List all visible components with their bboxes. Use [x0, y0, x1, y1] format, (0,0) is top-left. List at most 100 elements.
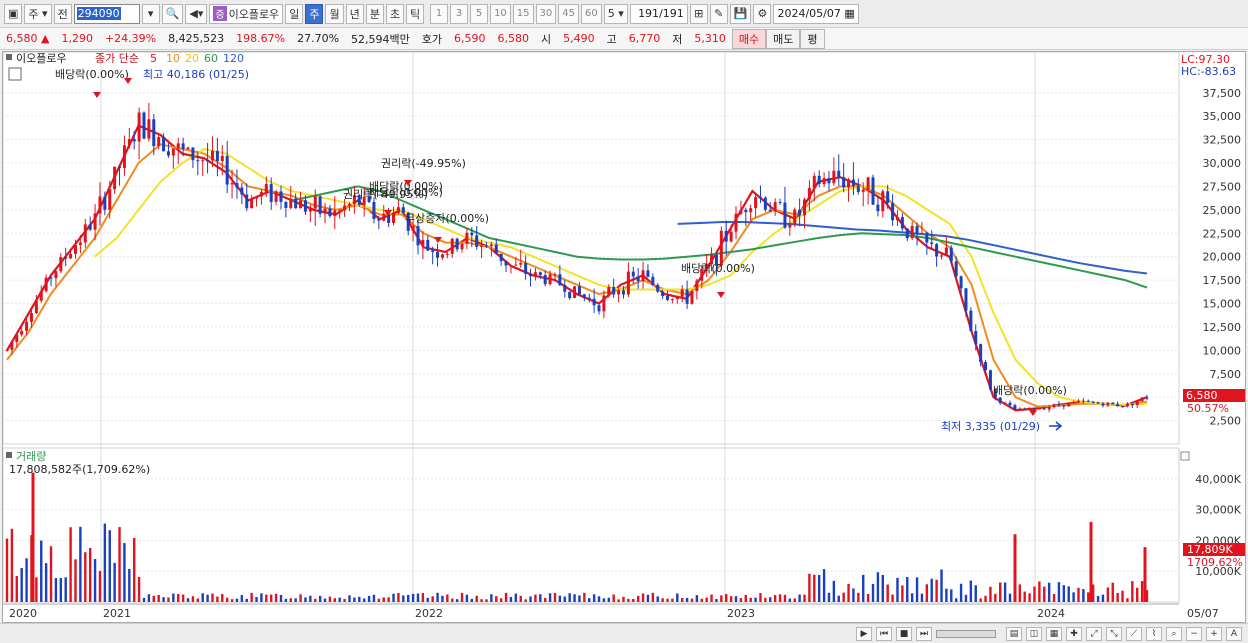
interval-button-60[interactable]: 60	[581, 3, 602, 24]
interval-button-15[interactable]: 15	[512, 3, 534, 24]
period-button-1[interactable]: 주	[305, 3, 324, 24]
search-icon[interactable]: 🔍	[161, 3, 184, 24]
count-select[interactable]: 5 ▾	[603, 3, 628, 24]
volume-bar	[910, 593, 914, 602]
speaker-icon[interactable]: ◀▾	[185, 3, 208, 24]
stock-code-input[interactable]: 294090	[73, 3, 140, 24]
volume-bar	[514, 593, 518, 602]
candle-body	[201, 160, 205, 162]
eval-button[interactable]: 평	[800, 28, 825, 49]
candle-body	[964, 288, 968, 311]
first-page-icon[interactable]: ⏮	[876, 626, 892, 641]
layout-icon[interactable]: ▤	[1006, 626, 1022, 641]
volume-bar	[392, 593, 395, 602]
candle-body	[670, 299, 674, 301]
chart-svg[interactable]: 배당락(0.00%) 최고 40,186 (01/25) 권리락(-49.95%) 배…	[2, 51, 1247, 624]
volume-bar	[177, 593, 180, 602]
candle-body	[127, 139, 131, 146]
candle-body	[455, 238, 459, 250]
interval-button-45[interactable]: 45	[558, 3, 579, 24]
magnifier-icon[interactable]: ⌕	[1166, 626, 1182, 641]
volume-bar	[465, 594, 469, 602]
buy-button[interactable]: 매수	[731, 28, 767, 49]
candle-body	[949, 247, 953, 262]
period-button-6[interactable]: 틱	[405, 3, 425, 24]
zoom-slider[interactable]	[936, 629, 996, 638]
period-button-0[interactable]: 일	[285, 3, 304, 24]
volume-bar	[441, 595, 444, 602]
candle-body	[959, 276, 963, 289]
chart-window-icon[interactable]: ▣	[4, 3, 23, 24]
period-dropdown[interactable]: 주 ▾	[24, 3, 52, 24]
candle-body	[1111, 402, 1115, 405]
candle-body	[607, 287, 611, 296]
panel-toggle-icon[interactable]	[6, 54, 12, 60]
candle-body	[108, 189, 112, 210]
volume-bar	[920, 593, 924, 602]
candle-body	[118, 166, 122, 168]
volume-panel-close-icon[interactable]	[1180, 451, 1190, 461]
trendline-icon[interactable]: ⟋	[1126, 626, 1142, 641]
zoom-out-icon[interactable]: −	[1186, 626, 1202, 641]
font-size-icon[interactable]: A	[1226, 626, 1242, 641]
volume-bar	[1008, 593, 1012, 602]
plus-icon[interactable]: +	[1206, 626, 1222, 641]
annotation-label: 배당락(0.00%)	[369, 186, 443, 199]
page-indicator[interactable]: 191/191	[629, 3, 688, 24]
volume-bar	[353, 597, 356, 602]
candle-body	[680, 289, 684, 297]
draw-icon[interactable]: ✎	[709, 3, 728, 24]
date-input[interactable]: 2024/05/07 ▦	[773, 3, 859, 24]
candle-body	[1125, 403, 1129, 407]
volume-bar	[857, 592, 860, 602]
jeon-button[interactable]: 전	[53, 3, 72, 24]
interval-button-10[interactable]: 10	[490, 3, 511, 24]
compare-icon[interactable]: ⤢	[1086, 626, 1102, 641]
last-page-icon[interactable]: ⏭	[916, 626, 932, 641]
stock-name-box[interactable]: 증 이오플로우	[209, 3, 284, 24]
interval-button-3[interactable]: 3	[450, 3, 469, 24]
period-button-2[interactable]: 월	[325, 3, 344, 24]
candle-body	[866, 177, 870, 190]
candle-body	[1101, 403, 1105, 406]
crosshair-icon[interactable]: ✚	[1066, 626, 1082, 641]
candle-body	[827, 178, 831, 184]
interval-button-1[interactable]: 1	[430, 3, 449, 24]
volume-bar	[162, 597, 165, 602]
price-value: 6,580	[6, 32, 38, 45]
interval-button-5[interactable]: 5	[470, 3, 489, 24]
split-icon[interactable]: ◫	[1026, 626, 1042, 641]
interval-button-30[interactable]: 30	[535, 3, 557, 24]
period-button-5[interactable]: 초	[385, 3, 404, 24]
volume-bar	[446, 594, 449, 602]
table-icon[interactable]	[8, 67, 22, 81]
volume-bar	[568, 593, 571, 602]
stop-icon[interactable]: ■	[896, 626, 912, 641]
volume-bar	[362, 598, 366, 602]
volume-bar	[431, 596, 434, 602]
volume-bar	[999, 582, 1002, 602]
volume-bar	[759, 593, 762, 602]
period-button-3[interactable]: 년	[345, 3, 364, 24]
save-icon[interactable]: 💾	[729, 3, 752, 24]
grid-icon[interactable]: ⊞	[689, 3, 708, 24]
candle-body	[1130, 403, 1134, 406]
fib-icon[interactable]: ⌇	[1146, 626, 1162, 641]
volume-bar	[656, 596, 659, 602]
chart-area[interactable]: 배당락(0.00%) 최고 40,186 (01/25) 권리락(-49.95%) 배…	[2, 51, 1246, 623]
period-button-4[interactable]: 분	[365, 3, 384, 24]
volume-toggle-icon[interactable]	[6, 452, 12, 458]
candle-body	[318, 196, 322, 214]
code-dropdown-icon[interactable]: ▾	[141, 3, 160, 24]
candle-body	[553, 274, 557, 276]
sell-button[interactable]: 매도	[766, 28, 801, 49]
candle-body	[798, 209, 802, 216]
calendar-icon[interactable]: ▦	[844, 7, 854, 20]
candle-body	[832, 170, 836, 184]
volume-bar	[304, 597, 307, 602]
settings-icon[interactable]: ⚙	[753, 3, 772, 24]
chart-toolbar: ▣ 주 ▾ 전 294090 ▾ 🔍 ◀▾ 증 이오플로우 일주월년분초틱 135…	[0, 0, 1248, 28]
tile-icon[interactable]: ▦	[1046, 626, 1062, 641]
scroll-right-icon[interactable]: ▶	[856, 626, 872, 641]
zoom-in-icon[interactable]: ⤡	[1106, 626, 1122, 641]
